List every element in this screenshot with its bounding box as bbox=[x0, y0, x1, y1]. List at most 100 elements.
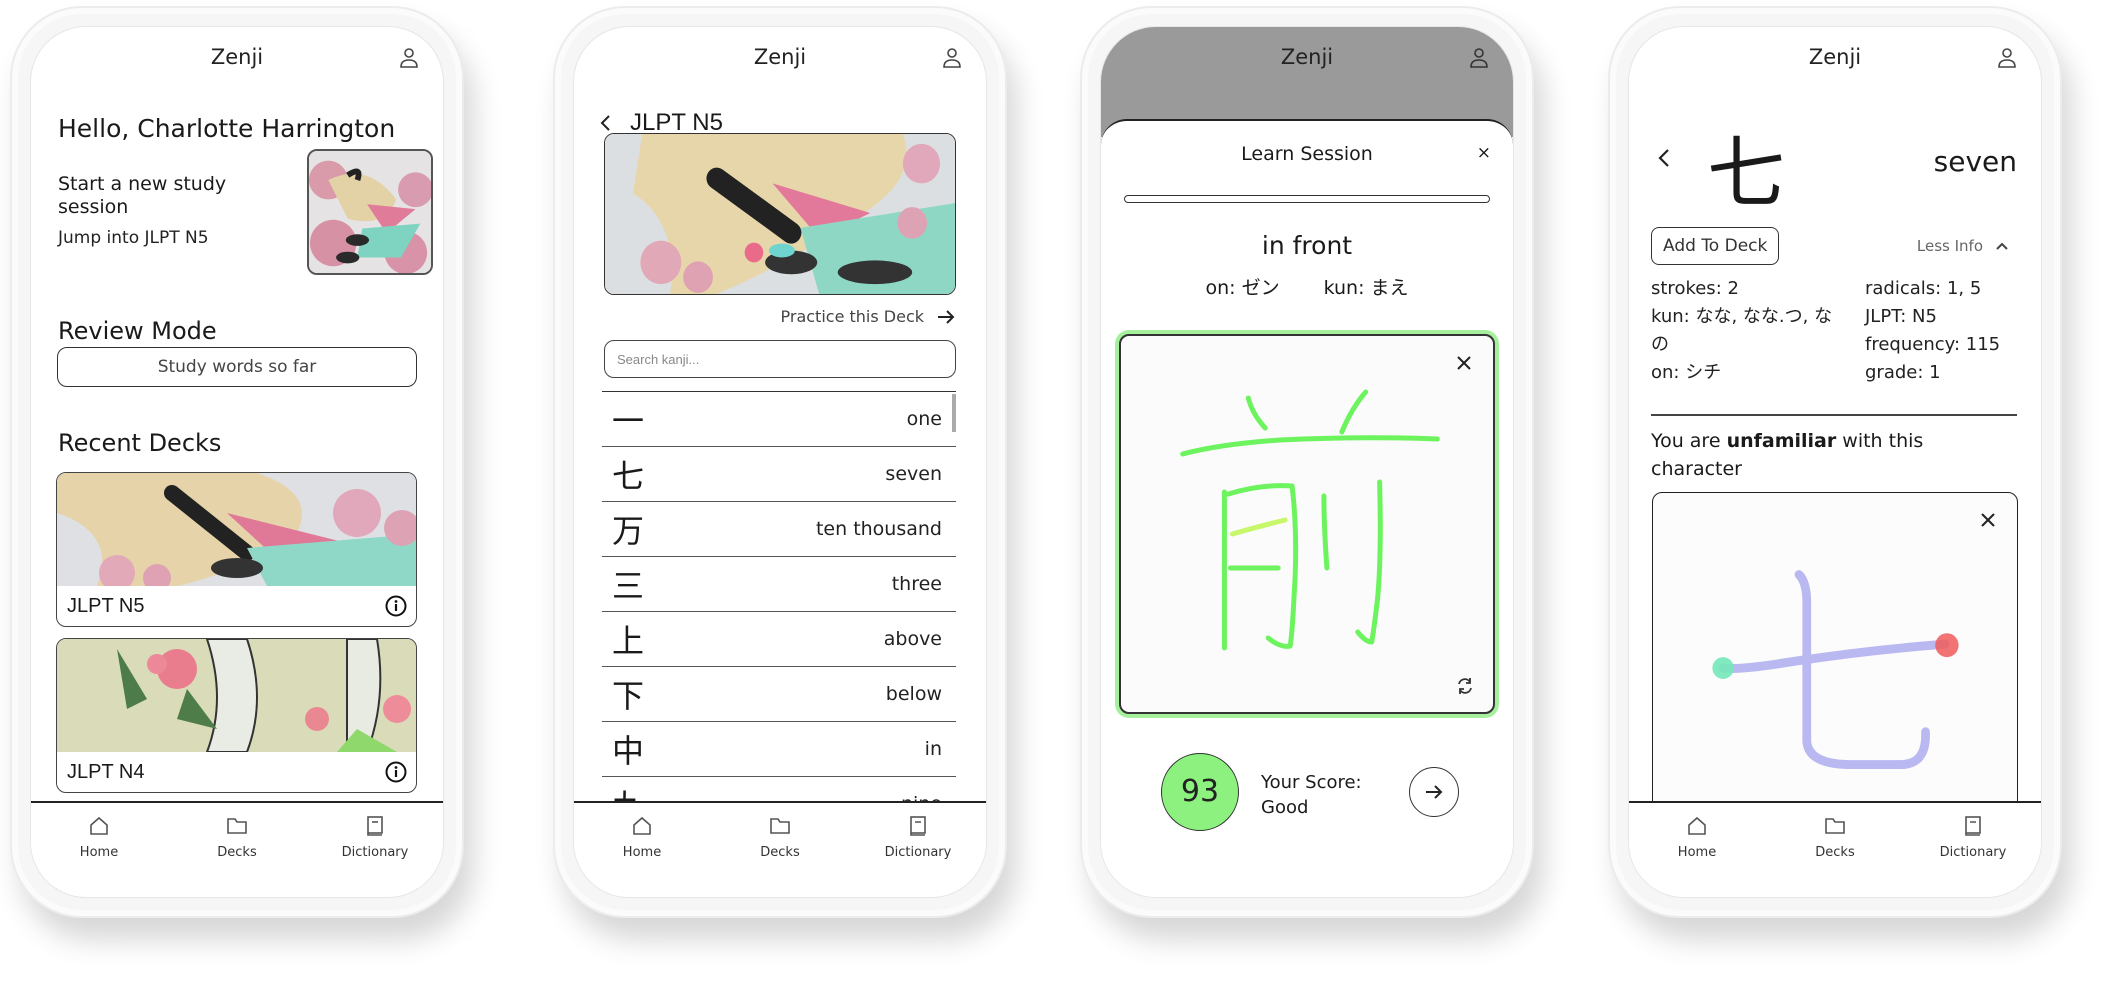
folder-icon bbox=[770, 818, 790, 834]
stroke bbox=[1229, 517, 1288, 537]
deck-card-n4[interactable]: JLPT N4 bbox=[56, 638, 417, 793]
score-row: 93 Your Score: Good bbox=[1161, 753, 1473, 833]
back-chevron-icon[interactable] bbox=[598, 113, 614, 133]
jlpt-info: JLPT: N5 bbox=[1865, 306, 1937, 327]
app-title: Zenji bbox=[1280, 45, 1334, 69]
kanji-meaning: in bbox=[924, 738, 942, 760]
phone-dictionary: Zenji 七 seven Add To Deck Less Info stro… bbox=[1608, 6, 2062, 918]
nav-home[interactable]: Home bbox=[51, 815, 147, 897]
less-info-label: Less Info bbox=[1916, 237, 1983, 255]
study-card-subtitle[interactable]: Jump into JLPT N5 bbox=[58, 228, 209, 248]
score-badge: 93 bbox=[1161, 753, 1239, 831]
kanji-list: 一 one 七 seven 万 ten thousand 三 three 上 above … bbox=[602, 391, 956, 814]
deck-hero-image bbox=[604, 133, 956, 295]
kanji-char: 下 bbox=[612, 677, 645, 715]
deck-card-n5[interactable]: JLPT N5 bbox=[56, 472, 417, 627]
clear-canvas-icon[interactable] bbox=[1455, 354, 1473, 372]
stroke bbox=[1321, 493, 1330, 571]
frequency-info: frequency: 115 bbox=[1865, 334, 2001, 355]
kanji-info-right: radicals: 1, 5 JLPT: N5 frequency: 115 g… bbox=[1865, 275, 2000, 387]
scrollbar[interactable] bbox=[952, 394, 956, 432]
divider bbox=[1651, 414, 2017, 416]
score-rating: Good bbox=[1261, 797, 1309, 818]
kanji-char: 七 bbox=[612, 457, 645, 495]
kanji-meaning: below bbox=[885, 683, 942, 705]
kanji-row[interactable]: 万 ten thousand bbox=[602, 502, 956, 557]
session-progress-bar bbox=[1124, 195, 1490, 203]
nav-decks[interactable]: Decks bbox=[189, 815, 285, 897]
kanji-row[interactable]: 上 above bbox=[602, 612, 956, 667]
greeting: Hello, Charlotte Harrington bbox=[58, 114, 396, 143]
kanji-meaning: three bbox=[891, 573, 942, 595]
search-kanji-input[interactable] bbox=[604, 340, 956, 378]
nav-home[interactable]: Home bbox=[1649, 815, 1745, 897]
folder-icon bbox=[1825, 818, 1845, 834]
session-screen: Zenji Learn Session × in front on: ゼン ku… bbox=[1100, 26, 1514, 898]
user-icon[interactable] bbox=[1997, 47, 2017, 69]
user-icon bbox=[1470, 48, 1488, 68]
familiarity-prefix: You are bbox=[1651, 430, 1727, 452]
kun-info: kun: なな, なな.つ, なの bbox=[1651, 306, 1833, 355]
kanji-char: 中 bbox=[612, 732, 645, 770]
on-reading: on: ゼン bbox=[1205, 277, 1280, 299]
folder-icon bbox=[227, 818, 247, 834]
bottom-nav: Home Decks Dictionary bbox=[1629, 801, 2041, 897]
kanji-row[interactable]: 下 below bbox=[602, 667, 956, 722]
info-icon[interactable] bbox=[385, 761, 407, 783]
kanji-char: 三 bbox=[612, 567, 645, 605]
nav-label: Decks bbox=[760, 845, 800, 860]
drawing-canvas[interactable] bbox=[1119, 334, 1495, 714]
user-icon[interactable] bbox=[399, 47, 419, 69]
stroke bbox=[1355, 479, 1383, 645]
kanji-char: 万 bbox=[612, 512, 645, 550]
arrow-right-icon bbox=[1426, 785, 1443, 799]
nav-decks[interactable]: Decks bbox=[732, 815, 828, 897]
nav-decks[interactable]: Decks bbox=[1787, 815, 1883, 897]
home-icon bbox=[1688, 816, 1706, 835]
close-session-button[interactable]: × bbox=[1477, 143, 1491, 163]
nav-dictionary[interactable]: Dictionary bbox=[870, 815, 966, 897]
clear-canvas-icon[interactable] bbox=[1979, 511, 1997, 529]
phone-home: Zenji Hello, Charlotte Harrington Start … bbox=[10, 6, 464, 918]
kanji-meaning: one bbox=[906, 408, 942, 430]
nav-label: Home bbox=[79, 845, 119, 860]
phone-learn-session: Zenji Learn Session × in front on: ゼン ku… bbox=[1080, 6, 1534, 918]
app-title: Zenji bbox=[753, 45, 807, 69]
refresh-icon[interactable] bbox=[1455, 676, 1475, 696]
add-to-deck-button[interactable]: Add To Deck bbox=[1651, 227, 1780, 265]
nav-home[interactable]: Home bbox=[594, 815, 690, 897]
kanji-row[interactable]: 三 three bbox=[602, 557, 956, 612]
deck-image bbox=[57, 639, 416, 752]
info-icon[interactable] bbox=[385, 595, 407, 617]
kanji-row[interactable]: 一 one bbox=[602, 392, 956, 447]
nav-dictionary[interactable]: Dictionary bbox=[1925, 815, 2021, 897]
study-card-image[interactable] bbox=[307, 149, 433, 275]
on-info: on: シチ bbox=[1651, 362, 1722, 383]
practice-deck-link[interactable]: Practice this Deck bbox=[781, 307, 957, 326]
back-chevron-icon[interactable] bbox=[1657, 147, 1671, 169]
user-icon[interactable] bbox=[942, 47, 962, 69]
nav-dictionary[interactable]: Dictionary bbox=[327, 815, 423, 897]
stroke-start-dot bbox=[1712, 657, 1734, 680]
study-card-title[interactable]: Start a new study session bbox=[58, 173, 268, 219]
arrow-right-icon bbox=[938, 309, 955, 324]
less-info-toggle[interactable]: Less Info bbox=[1917, 237, 2009, 255]
familiarity-level: unfamiliar bbox=[1726, 430, 1837, 452]
study-words-button[interactable]: Study words so far bbox=[57, 347, 417, 387]
nav-label: Decks bbox=[1815, 845, 1855, 860]
kanji-char: 一 bbox=[612, 402, 645, 440]
book-icon bbox=[1965, 816, 1981, 836]
kanji-info-left: strokes: 2 kun: なな, なな.つ, なの on: シチ bbox=[1651, 275, 1841, 387]
bottom-nav: Home Decks Dictionary bbox=[31, 801, 443, 897]
home-screen: Zenji Hello, Charlotte Harrington Start … bbox=[30, 26, 444, 898]
kanji-row[interactable]: 七 seven bbox=[602, 447, 956, 502]
review-mode-title: Review Mode bbox=[58, 317, 217, 345]
kanji-character: 七 bbox=[1707, 129, 1786, 219]
deck-label: JLPT N5 bbox=[67, 595, 145, 617]
app-title: Zenji bbox=[210, 45, 264, 69]
kanji-row[interactable]: 中 in bbox=[602, 722, 956, 777]
next-button[interactable] bbox=[1409, 767, 1459, 817]
home-icon bbox=[633, 816, 651, 835]
deck-screen: Zenji JLPT N5 Practice this Deck Search … bbox=[573, 26, 987, 898]
kanji-char: 上 bbox=[612, 622, 645, 660]
